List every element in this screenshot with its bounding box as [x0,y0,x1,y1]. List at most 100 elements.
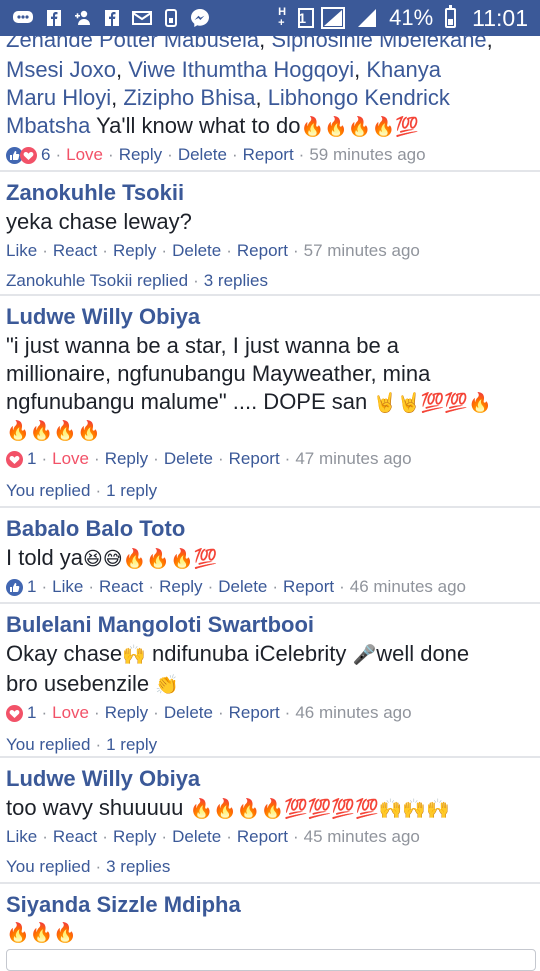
comment-author[interactable]: Babalo Balo Toto [6,514,534,544]
delete-button[interactable]: Delete [218,574,267,600]
emoji-group: 🎤 [352,645,377,666]
separator: , [354,57,367,82]
report-button[interactable]: Report [229,700,280,726]
love-reaction-icon [6,704,23,722]
report-button[interactable]: Report [283,574,334,600]
comment-author[interactable]: Ludwe Willy Obiya [6,302,534,332]
comment-timestamp: 45 minutes ago [303,827,420,846]
reply-button[interactable]: Reply [159,574,202,600]
replies-author: You replied [6,735,91,754]
reaction-count[interactable]: 1 [27,446,36,472]
comment-line: well done [376,641,470,666]
reply-button[interactable]: Reply [119,142,162,168]
mention-link[interactable]: Mbatsha [6,113,90,138]
separator: · [272,577,279,596]
reaction-count[interactable]: 6 [41,142,50,168]
report-button[interactable]: Report [237,824,288,850]
battery-icon [445,5,457,28]
add-friend-icon [74,9,92,27]
delete-button[interactable]: Delete [178,142,227,168]
comment-actions: 1 · Love · Reply · Delete · Report · 46 … [6,700,534,726]
comment-timestamp: 46 minutes ago [349,577,466,596]
report-button[interactable]: Report [237,238,288,264]
system-icons: H + 1 41% 11:01 [278,0,528,36]
delete-button[interactable]: Delete [164,446,213,472]
replies-link[interactable]: You replied · 1 reply [6,478,534,504]
comment-author[interactable]: Bulelani Mangoloti Swartbooi [6,610,534,640]
mention-link[interactable]: Maru Hloyi [6,85,111,110]
separator: · [42,241,48,260]
separator: · [284,703,291,722]
reply-button[interactable]: Reply [113,824,156,850]
clock: 11:01 [472,4,528,31]
comment-author[interactable]: Ludwe Willy Obiya [6,764,534,794]
replies-count: 1 reply [106,735,158,754]
comment: Zanokuhle Tsokii yeka chase leway? Like … [0,172,540,296]
replies-count: 1 reply [106,481,158,500]
separator: · [226,241,232,260]
report-button[interactable]: Report [229,446,280,472]
battery-percent: 41% [389,5,434,30]
reaction-count[interactable]: 1 [27,700,36,726]
reply-button[interactable]: Reply [105,446,148,472]
separator: · [161,241,168,260]
comment-timestamp: 47 minutes ago [295,449,412,468]
delete-button[interactable]: Delete [172,238,221,264]
comment-timestamp: 59 minutes ago [309,145,426,164]
separator: · [95,481,102,500]
emoji-group: 🤘🤘💯💯🔥 [373,393,492,414]
like-button[interactable]: Like [52,574,83,600]
mention-link[interactable]: Msesi Joxo [6,57,116,82]
comment-author[interactable]: Zanokuhle Tsokii [6,178,534,208]
separator: · [217,703,224,722]
separator: · [94,703,100,722]
comment-actions: Like · React · Reply · Delete · Report ·… [6,238,534,264]
mention-link[interactable]: Zizipho Bhisa [123,85,255,110]
reply-button[interactable]: Reply [105,700,148,726]
delete-button[interactable]: Delete [164,700,213,726]
like-button[interactable]: Like [6,238,37,264]
love-reaction-icon [6,450,23,468]
comment-input[interactable] [6,949,536,971]
separator: · [231,145,238,164]
separator: · [55,145,62,164]
comment-body: yeka chase leway? [6,209,192,234]
react-button[interactable]: React [99,574,143,600]
separator: · [193,271,199,290]
comment-body: Ya'll know what to do [90,113,301,138]
mention-link[interactable]: Viwe Ithumtha Hogqoyi [128,57,354,82]
like-button[interactable]: Like [6,824,37,850]
separator: · [108,145,114,164]
react-button[interactable]: React [53,238,97,264]
separator: · [284,449,291,468]
separator: · [292,827,299,846]
separator: · [102,827,108,846]
reply-button[interactable]: Reply [113,238,156,264]
replies-link[interactable]: Zanokuhle Tsokii replied · 3 replies [6,268,534,294]
delete-button[interactable]: Delete [172,824,221,850]
comment-text: too wavy shuuuuu 🔥🔥🔥🔥💯💯💯💯🙌🙌🙌 [6,794,534,824]
emoji-group: 😆😅🔥🔥🔥💯 [83,549,218,570]
reaction-count[interactable]: 1 [27,574,36,600]
comment: Ludwe Willy Obiya "i just wanna be a sta… [0,296,540,508]
replies-author: Zanokuhle Tsokii replied [6,271,189,290]
mention-link[interactable]: Khanya [366,57,441,82]
comment-line: ngfunubangu malume" .... DOPE san [6,389,368,414]
separator: · [148,577,155,596]
comment-body: I told ya [6,545,84,570]
replies-link[interactable]: You replied · 1 reply [6,732,534,758]
love-button[interactable]: Love [52,700,89,726]
separator: · [95,735,102,754]
react-button[interactable]: React [53,824,97,850]
replies-link[interactable]: You replied · 3 replies [6,854,534,880]
comment: Ludwe Willy Obiya too wavy shuuuuu 🔥🔥🔥🔥💯… [0,758,540,884]
separator: , [111,85,124,110]
love-button[interactable]: Love [52,446,89,472]
report-button[interactable]: Report [243,142,294,168]
separator: · [153,449,159,468]
messenger-icon [190,8,210,28]
separator: · [102,241,108,260]
love-button[interactable]: Love [66,142,103,168]
comment-author[interactable]: Siyanda Sizzle Mdipha [6,890,534,920]
mention-link[interactable]: Libhongo Kendrick [268,85,450,110]
